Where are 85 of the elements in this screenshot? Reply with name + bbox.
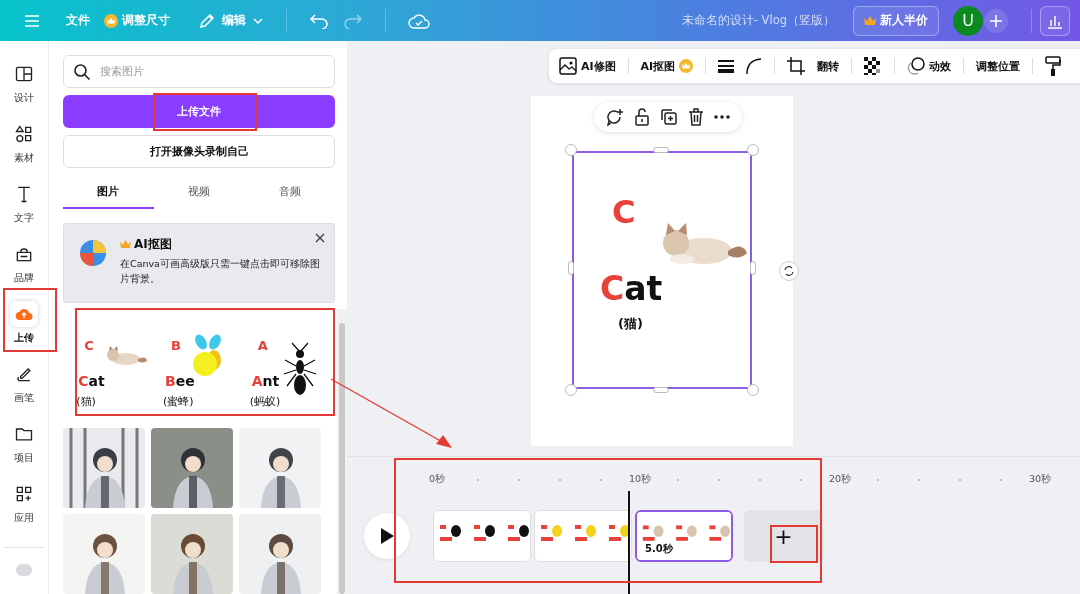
- promo-text: 在Canva可画高级版只需一键点击即可移除图片背景。: [120, 257, 321, 286]
- crown-icon: [864, 15, 876, 26]
- paint-roller-icon[interactable]: [1045, 56, 1062, 76]
- letter-label: C: [612, 193, 636, 231]
- position-button[interactable]: 调整位置: [976, 58, 1021, 74]
- letter-label: B: [171, 338, 181, 353]
- flip-button[interactable]: 翻转: [817, 58, 840, 74]
- annotation-box: [3, 288, 57, 352]
- circles-icon: [907, 57, 926, 75]
- time-label: 0秒: [429, 473, 447, 486]
- rail-item[interactable]: 设计: [0, 61, 48, 121]
- upload-cloud-icon: [15, 306, 33, 322]
- letter-label: A: [257, 338, 268, 353]
- shapes-icon: [14, 124, 34, 144]
- translation-label: (蚂蚁): [249, 394, 281, 409]
- cutout-button[interactable]: AI抠图: [640, 58, 694, 74]
- resize-handle[interactable]: [565, 144, 577, 156]
- rail-item[interactable]: 上传: [0, 301, 48, 361]
- lock-icon[interactable]: [634, 108, 650, 126]
- word-label: Cat: [78, 373, 105, 389]
- play-icon: [380, 528, 394, 544]
- letter-label: C: [84, 338, 94, 353]
- duration-label: 5.0秒: [645, 542, 673, 556]
- close-icon[interactable]: [315, 233, 325, 243]
- translation-label: (猫): [618, 315, 643, 333]
- media-tab[interactable]: 视频: [153, 175, 245, 209]
- design-page[interactable]: C Cat (猫): [531, 96, 793, 446]
- crop-icon[interactable]: [787, 57, 806, 75]
- rail-item[interactable]: 品牌: [0, 241, 48, 301]
- crown-icon: [104, 13, 118, 28]
- resize-handle[interactable]: [568, 261, 574, 275]
- scrollbar[interactable]: [337, 309, 347, 594]
- image-edit-icon: [559, 57, 577, 75]
- resize-handle[interactable]: [747, 384, 759, 396]
- promo-title: AI抠图: [134, 236, 172, 253]
- pencil-icon: [198, 11, 216, 30]
- ant-icon: [281, 342, 318, 398]
- timeline-clip[interactable]: [534, 510, 632, 562]
- word-label: Ant: [251, 373, 280, 389]
- rail-item[interactable]: 项目: [0, 421, 48, 481]
- upload-button[interactable]: 上传文件: [63, 95, 335, 128]
- layout-icon: [14, 64, 34, 84]
- rail-item[interactable]: 画笔: [0, 361, 48, 421]
- search-icon: [73, 63, 91, 81]
- media-tab[interactable]: 音频: [244, 175, 335, 209]
- promo-button[interactable]: 新人半价: [853, 5, 939, 36]
- time-label: 20秒: [829, 473, 849, 486]
- trash-icon[interactable]: [688, 108, 704, 126]
- rotate-icon[interactable]: [779, 261, 799, 281]
- comment-add-icon[interactable]: [606, 108, 624, 126]
- timeline-clip[interactable]: 5.0秒: [635, 510, 733, 562]
- cloud-check-icon[interactable]: [408, 12, 430, 29]
- resize-handle[interactable]: [653, 387, 669, 393]
- line-weight-icon[interactable]: [718, 59, 735, 73]
- search-field[interactable]: 搜索图片: [63, 55, 335, 88]
- corner-radius-icon[interactable]: [746, 58, 763, 74]
- avatar[interactable]: U: [953, 5, 983, 36]
- transparency-icon[interactable]: [864, 57, 883, 75]
- camera-button[interactable]: 打开摄像头录制自己: [63, 135, 335, 168]
- rail-item[interactable]: 文字: [0, 181, 48, 241]
- insights-button[interactable]: [1040, 5, 1070, 36]
- crown-icon: [679, 59, 694, 73]
- translation-label: (猫): [76, 394, 96, 409]
- crown-icon: [120, 240, 131, 249]
- media-tab[interactable]: 图片: [63, 175, 154, 209]
- resize-handle[interactable]: [565, 384, 577, 396]
- resize-handle[interactable]: [747, 144, 759, 156]
- more-icon[interactable]: [714, 115, 730, 119]
- rail-item[interactable]: 素材: [0, 121, 48, 181]
- undo-icon[interactable]: [309, 12, 329, 29]
- document-title: 未命名的设计- Vlog（竖版）: [681, 13, 835, 28]
- time-label: 30秒: [1029, 473, 1049, 486]
- resize-handle[interactable]: [653, 147, 669, 153]
- resize-handle[interactable]: [750, 261, 756, 275]
- animate-button[interactable]: 动效: [907, 57, 952, 75]
- retouch-button[interactable]: AI修图: [559, 57, 616, 75]
- rail-item[interactable]: 应用: [0, 481, 48, 541]
- time-label: 10秒: [629, 473, 649, 486]
- translation-label: (蜜蜂): [163, 394, 194, 409]
- word-label: Bee: [165, 373, 195, 389]
- word-label: Cat: [600, 269, 663, 308]
- play-button[interactable]: [364, 513, 410, 559]
- duplicate-icon[interactable]: [660, 108, 678, 126]
- timeline-clip[interactable]: [433, 510, 531, 562]
- add-icon[interactable]: [983, 7, 1009, 34]
